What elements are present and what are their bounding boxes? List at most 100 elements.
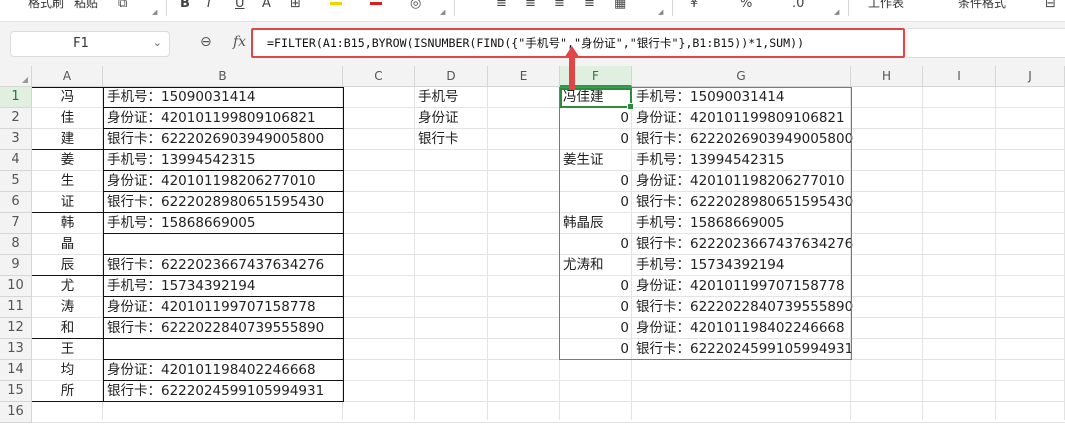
cell-f3[interactable]: 0 [560,129,629,150]
cell-f13[interactable]: 0 [560,339,629,360]
clear-format-icon[interactable]: ◎ [410,0,421,11]
cell-f5[interactable]: 0 [560,171,629,192]
table-style-icon[interactable]: ⊟ [1045,0,1056,11]
cell-b8[interactable] [107,234,341,255]
cell-b9[interactable]: 银行卡：6222023667437634276 [107,255,341,276]
cell-b11[interactable]: 身份证：420101199707158778 [107,297,341,318]
cell-a1[interactable]: 冯 [32,87,103,108]
chevron-down-icon[interactable]: ⌄ [153,36,162,49]
cell-d1[interactable]: 手机号 [418,87,486,108]
cell-f11[interactable]: 0 [560,297,629,318]
cell-g9[interactable]: 手机号：15734392194 [636,255,850,276]
percent-icon[interactable]: % [740,0,752,11]
cell-g11[interactable]: 银行卡：6222022840739555890 [636,297,853,318]
formula-input-extension[interactable] [908,28,1065,58]
spreadsheet-grid[interactable]: ◢ A B C D E F G H I J 1 2 3 4 5 6 7 8 9 10 11 12 13 14 15 16 冯佳建姜生… [0,66,1065,441]
font-dialog-launcher-icon[interactable]: ◢ [440,8,445,16]
cell-f12[interactable]: 0 [560,318,629,339]
cell-f6[interactable]: 0 [560,192,629,213]
column-header-a[interactable]: A [32,66,103,87]
cell-b2[interactable]: 身份证：420101199809106821 [107,108,341,129]
cell-a14[interactable]: 均 [32,360,103,381]
cell-b6[interactable]: 银行卡：6222028980651595430 [107,192,341,213]
row-header-13[interactable]: 13 [0,339,32,360]
cell-g5[interactable]: 身份证：420101198206277010 [636,171,850,192]
cell-b4[interactable]: 手机号：13994542315 [107,150,341,171]
conditional-format-button[interactable]: 条件格式 [958,0,1006,11]
cell-a3[interactable]: 建 [32,129,103,150]
cell-a4[interactable]: 姜 [32,150,103,171]
cell-f9[interactable]: 尤涛和 [563,255,631,276]
underline-icon[interactable]: U [235,0,245,11]
highlight-color-icon[interactable] [330,2,342,5]
cell-b1[interactable]: 手机号：15090031414 [107,87,341,108]
cell-g13[interactable]: 银行卡：6222024599105994931 [636,339,853,360]
cell-b13[interactable] [107,339,341,360]
cell-g12[interactable]: 身份证：420101198402246668 [636,318,850,339]
cell-f7[interactable]: 韩晶辰 [563,213,631,234]
cell-a2[interactable]: 佳 [32,108,103,129]
row-header-15[interactable]: 15 [0,381,32,402]
cell-f10[interactable]: 0 [560,276,629,297]
cell-b10[interactable]: 手机号：15734392194 [107,276,341,297]
column-header-i[interactable]: I [923,66,996,87]
paste-button[interactable]: 粘贴 [74,0,98,11]
paste-options-icon[interactable]: ⧉ [118,0,127,11]
font-color-a-icon[interactable]: A [262,0,271,11]
column-header-h[interactable]: H [851,66,923,87]
cell-d2[interactable]: 身份证 [418,108,486,129]
row-header-6[interactable]: 6 [0,192,32,213]
zoom-search-icon[interactable]: ⊖ [200,34,212,50]
name-box[interactable]: F1 ⌄ [10,31,170,57]
row-header-4[interactable]: 4 [0,150,32,171]
dialog-launcher-icon[interactable]: ◢ [152,8,157,16]
cell-a12[interactable]: 和 [32,318,103,339]
format-painter-button[interactable]: 格式刷 [28,0,64,11]
align-right-icon[interactable]: ≡ [554,0,565,11]
column-header-d[interactable]: D [415,66,488,87]
row-header-1[interactable]: 1 [0,87,32,108]
cell-g7[interactable]: 手机号：15868669005 [636,213,850,234]
bold-icon[interactable]: B [180,0,190,11]
cell-g2[interactable]: 身份证：420101199809106821 [636,108,850,129]
cell-b3[interactable]: 银行卡：6222026903949005800 [107,129,341,150]
border-icon[interactable]: ⊞ [290,0,301,11]
merge-icon[interactable]: ▦ [614,0,626,11]
row-header-11[interactable]: 11 [0,297,32,318]
cell-a6[interactable]: 证 [32,192,103,213]
cell-b12[interactable]: 银行卡：6222022840739555890 [107,318,341,339]
fx-icon[interactable]: fx [233,34,246,50]
row-header-16[interactable]: 16 [0,402,32,423]
cell-a5[interactable]: 生 [32,171,103,192]
cell-f2[interactable]: 0 [560,108,629,129]
cell-a8[interactable]: 晶 [32,234,103,255]
worksheet-button[interactable]: 工作表 [868,0,904,11]
cell-d3[interactable]: 银行卡 [418,129,486,150]
select-all-corner[interactable]: ◢ [0,66,32,87]
number-dialog-launcher-icon[interactable]: ◢ [834,8,839,16]
row-header-3[interactable]: 3 [0,129,32,150]
font-color-icon[interactable] [370,2,382,5]
cell-a9[interactable]: 辰 [32,255,103,276]
indent-icon[interactable]: ≡ [584,0,595,11]
align-left-icon[interactable]: ≡ [496,0,507,11]
fill-handle[interactable] [627,103,634,110]
row-header-7[interactable]: 7 [0,213,32,234]
cell-g10[interactable]: 身份证：420101199707158778 [636,276,850,297]
cell-f4[interactable]: 姜生证 [563,150,631,171]
row-header-14[interactable]: 14 [0,360,32,381]
column-header-b[interactable]: B [103,66,343,87]
decimal-icon[interactable]: .0 [792,0,804,11]
cell-b5[interactable]: 身份证：420101198206277010 [107,171,341,192]
cell-b7[interactable]: 手机号：15868669005 [107,213,341,234]
cell-a13[interactable]: 王 [32,339,103,360]
cell-f8[interactable]: 0 [560,234,629,255]
cell-g4[interactable]: 手机号：13994542315 [636,150,850,171]
cell-g3[interactable]: 银行卡：6222026903949005800 [636,129,853,150]
column-header-c[interactable]: C [343,66,415,87]
cell-g6[interactable]: 银行卡：6222028980651595430 [636,192,853,213]
cell-b14[interactable]: 身份证：420101198402246668 [107,360,341,381]
column-header-g[interactable]: G [632,66,851,87]
cell-a15[interactable]: 所 [32,381,103,402]
row-header-10[interactable]: 10 [0,276,32,297]
